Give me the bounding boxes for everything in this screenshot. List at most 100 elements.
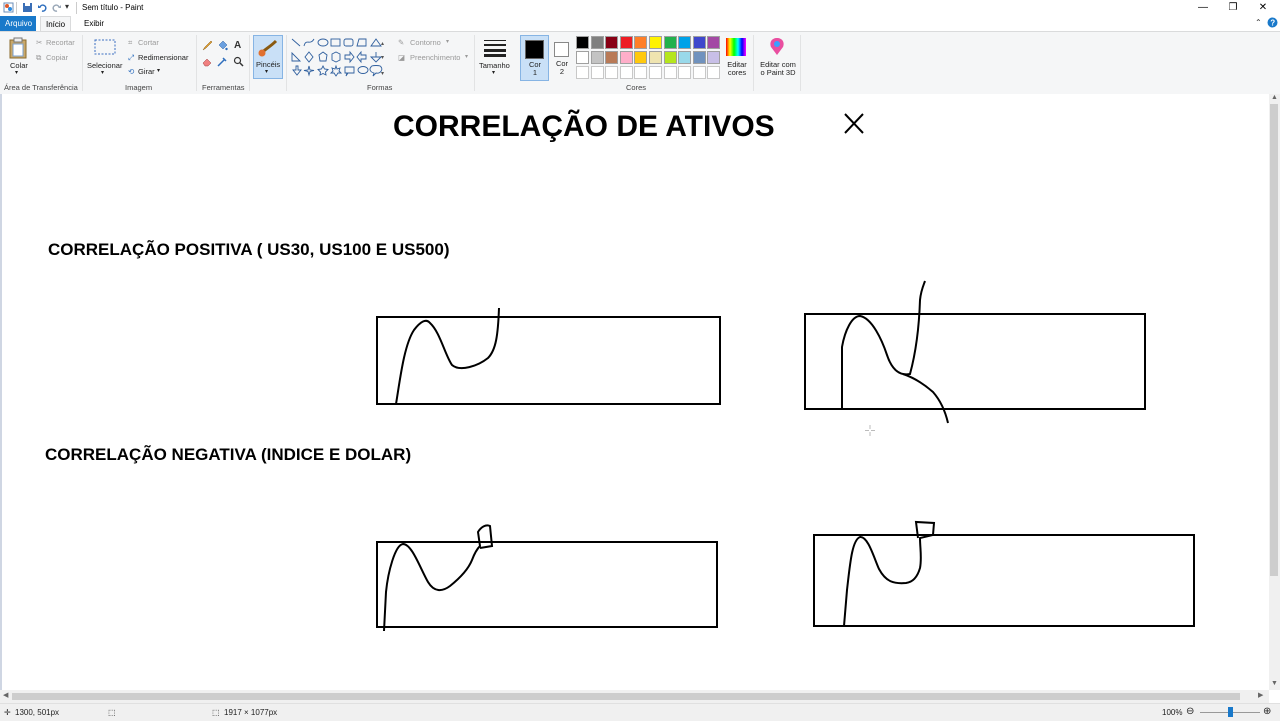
cut-button[interactable]: Recortar [46, 38, 75, 47]
edit-colors-button[interactable]: Editar cores [725, 61, 749, 77]
color-swatch[interactable] [605, 51, 619, 64]
color-swatch[interactable] [663, 36, 677, 49]
color-swatch[interactable] [590, 66, 604, 79]
undo-icon[interactable] [37, 2, 48, 13]
select-dropdown-icon[interactable]: ▾ [101, 69, 104, 76]
color-swatch[interactable] [619, 36, 633, 49]
scroll-right-icon[interactable]: ▶ [1258, 691, 1263, 699]
scroll-thumb[interactable] [12, 693, 1240, 700]
select-button[interactable]: Selecionar [87, 61, 122, 70]
color-swatch[interactable] [692, 66, 706, 79]
window-title: Sem título - Paint [82, 3, 144, 12]
shapes-gallery[interactable]: ▴ ▾ ▾ [290, 37, 386, 79]
fill-bucket-icon[interactable] [217, 40, 228, 51]
price-line-top-left [395, 307, 500, 405]
paint3d-icon[interactable] [767, 37, 787, 57]
color-swatch[interactable] [605, 36, 619, 49]
color-swatch[interactable] [634, 36, 648, 49]
color-swatch[interactable] [605, 66, 619, 79]
color-picker-icon[interactable] [217, 56, 228, 67]
customize-quick-access-icon[interactable]: ▾ [65, 2, 69, 11]
horizontal-scrollbar[interactable]: ◀ ▶ [0, 690, 1269, 703]
close-button[interactable]: ✕ [1248, 0, 1278, 16]
color1-button[interactable]: Cor 1 [520, 35, 549, 81]
redo-icon[interactable] [51, 2, 62, 13]
color-swatch[interactable] [692, 36, 706, 49]
price-line-bottom-right [843, 520, 936, 627]
collapse-ribbon-icon[interactable]: ⌃ [1255, 18, 1262, 27]
color-swatch[interactable] [576, 66, 589, 79]
brush-icon [258, 39, 278, 57]
paste-dropdown-icon[interactable]: ▾ [15, 69, 18, 76]
copy-icon: ⧉ [36, 53, 42, 62]
color-swatch[interactable] [649, 66, 662, 79]
color-swatch[interactable] [619, 66, 633, 79]
color-swatch[interactable] [678, 36, 692, 49]
zoom-out-icon[interactable]: ⊖ [1186, 706, 1194, 717]
ribbon-tabs: Arquivo Início Exibir ⌃ ? [0, 16, 1280, 31]
color-swatch[interactable] [692, 51, 706, 64]
color-swatch[interactable] [678, 66, 692, 79]
edit-colors-icon[interactable] [726, 38, 746, 56]
paste-icon[interactable] [9, 37, 27, 59]
color-swatch[interactable] [634, 66, 648, 79]
size-icon[interactable] [484, 39, 506, 57]
scroll-down-icon[interactable]: ▼ [1271, 680, 1278, 687]
scroll-thumb[interactable] [1270, 104, 1278, 576]
color-swatch[interactable] [576, 51, 589, 64]
rotate-dropdown-icon[interactable]: ▾ [157, 67, 160, 74]
divider [82, 35, 83, 91]
color-swatch[interactable] [634, 51, 648, 64]
vertical-scrollbar[interactable]: ▲ ▼ [1269, 94, 1280, 690]
divider [286, 35, 287, 91]
color-swatch[interactable] [649, 51, 662, 64]
x-mark [844, 113, 864, 134]
tab-home[interactable]: Início [40, 16, 72, 31]
scroll-up-icon[interactable]: ▲ [1271, 94, 1278, 101]
color-swatch[interactable] [663, 66, 677, 79]
copy-button[interactable]: Copiar [46, 53, 68, 62]
edit-with-paint3d-button[interactable]: Editar com o Paint 3D [758, 61, 798, 77]
crop-button[interactable]: Cortar [138, 38, 159, 47]
ribbon: Colar ▾ ✂ Recortar ⧉ Copiar Área de Tran… [0, 31, 1280, 95]
color-swatch[interactable] [707, 66, 721, 79]
fill-button[interactable]: Preenchimento [410, 53, 460, 62]
brushes-label: Pincéis [256, 60, 281, 69]
pencil-icon[interactable] [202, 40, 213, 51]
image-size-icon: ⬚ [212, 708, 220, 717]
color2-button[interactable]: Cor 2 [549, 35, 574, 79]
color-swatch[interactable] [707, 36, 721, 49]
brushes-button[interactable]: Pincéis ▾ [253, 35, 283, 79]
minimize-button[interactable]: — [1188, 0, 1218, 16]
color-swatch[interactable] [707, 51, 721, 64]
paste-button[interactable]: Colar [10, 61, 28, 70]
color-swatch[interactable] [649, 36, 662, 49]
status-bar: ✛ 1300, 501px ⬚ ⬚ 1917 × 1077px 100% ⊖ ⊕ [0, 703, 1280, 721]
text-tool-icon[interactable]: A [234, 40, 241, 51]
drawing-canvas[interactable]: CORRELAÇÃO DE ATIVOS CORRELAÇÃO POSITIVA… [0, 94, 1271, 690]
divider [196, 35, 197, 91]
restore-button[interactable]: ❐ [1218, 0, 1248, 16]
save-icon[interactable] [22, 2, 33, 13]
rotate-button[interactable]: Girar [138, 67, 155, 76]
tab-file[interactable]: Arquivo [0, 16, 36, 31]
select-icon[interactable] [94, 39, 116, 55]
resize-button[interactable]: Redimensionar [138, 53, 188, 62]
zoom-slider-thumb[interactable] [1228, 707, 1233, 717]
color-swatch[interactable] [590, 36, 604, 49]
help-icon[interactable]: ? [1267, 17, 1278, 28]
scroll-left-icon[interactable]: ◀ [3, 691, 8, 699]
magnifier-icon[interactable] [233, 56, 244, 67]
shapes-group-label: Formas [367, 83, 393, 92]
color-swatch[interactable] [619, 51, 633, 64]
zoom-in-icon[interactable]: ⊕ [1263, 706, 1271, 717]
color-swatch[interactable] [576, 36, 589, 49]
eraser-icon[interactable] [202, 56, 213, 67]
fill-icon: ◪ [398, 53, 406, 62]
tab-view[interactable]: Exibir [79, 16, 109, 31]
outline-button[interactable]: Contorno [410, 38, 441, 47]
size-dropdown-icon[interactable]: ▾ [492, 69, 495, 76]
color-swatch[interactable] [678, 51, 692, 64]
color-swatch[interactable] [590, 51, 604, 64]
color-swatch[interactable] [663, 51, 677, 64]
